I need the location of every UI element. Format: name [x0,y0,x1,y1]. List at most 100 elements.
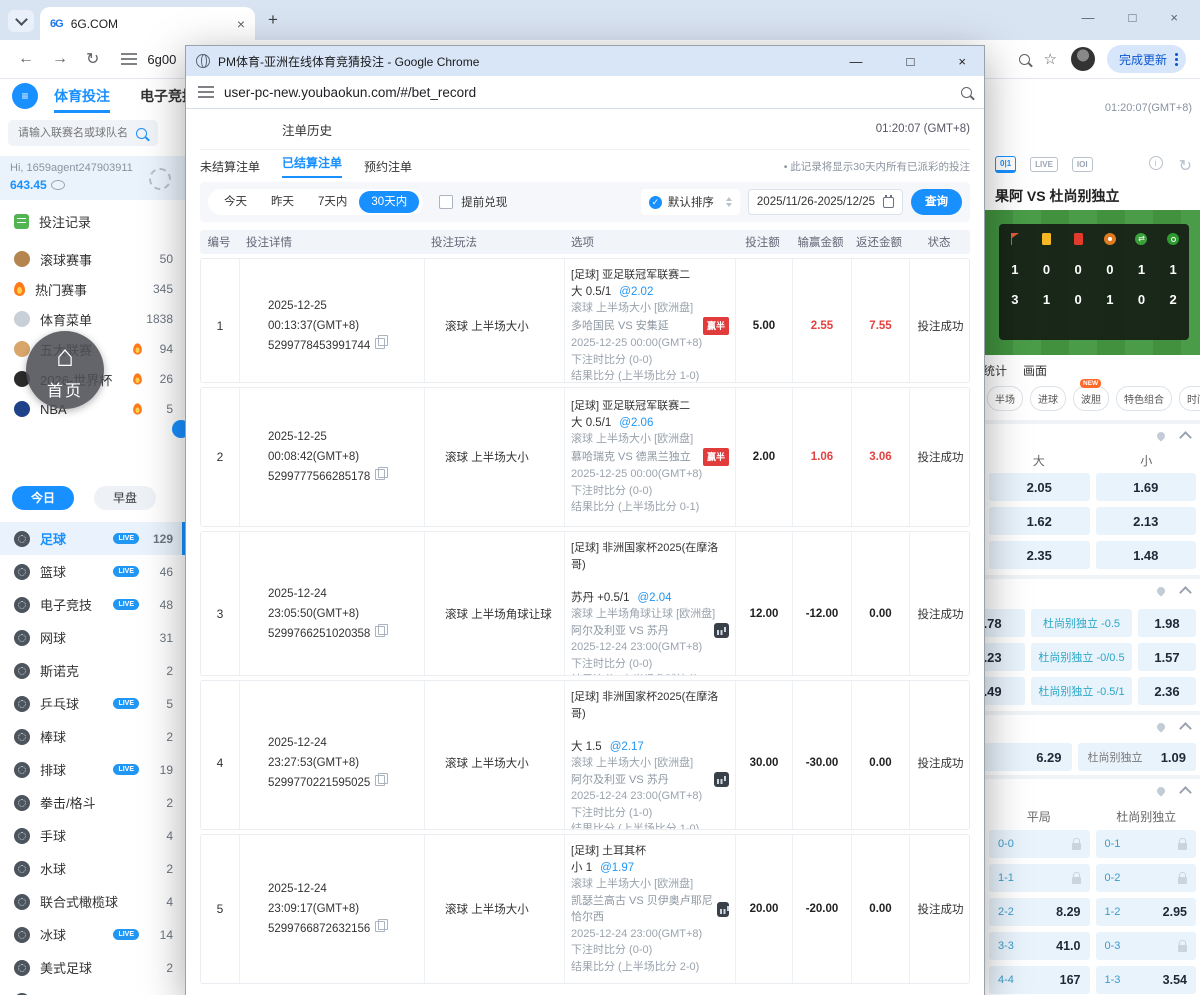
sidebar-item-rugby[interactable]: 联合式橄榄球4 [0,885,185,918]
tab-search-button[interactable] [8,10,34,32]
address-bar[interactable]: 6g00 [147,52,176,67]
tab-未结算注单[interactable]: 未结算注单 [200,158,260,175]
sidebar-item-tennis[interactable]: 网球31 [0,621,185,654]
eye-icon[interactable] [51,180,65,190]
sidebar-item-hot[interactable]: 热门赛事345 [0,274,185,304]
pin-icon[interactable] [1155,721,1166,732]
market-pill[interactable]: 进球 [1030,386,1066,411]
market-pill[interactable]: 半场 [987,386,1023,411]
score-cell[interactable]: 1-1 [989,864,1090,892]
sidebar-item-menu[interactable]: 体育菜单1838 [0,304,185,334]
popup-maximize-icon[interactable]: □ [907,54,915,69]
odds-cell[interactable]: 2.35 [989,541,1090,569]
tab-today[interactable]: 今日 [12,486,74,510]
odds-cell[interactable]: 2.13 [1096,507,1197,535]
match-stats-icon[interactable] [717,902,729,917]
panel-tab-odds[interactable]: 0|1 [995,156,1016,173]
sidebar-item-basketball[interactable]: 篮球LIVE46 [0,555,185,588]
copy-icon[interactable] [375,626,385,637]
score-cell[interactable]: 4-4167 [989,966,1090,994]
maximize-icon[interactable]: □ [1129,10,1137,25]
cashout-checkbox[interactable] [439,195,453,209]
filter-昨天[interactable]: 昨天 [259,191,306,213]
odds-cell[interactable]: 1.98 [1138,609,1196,637]
back-icon[interactable]: ← [18,50,34,68]
minimize-icon[interactable]: — [1082,10,1095,25]
forward-icon[interactable]: → [52,50,68,68]
home-floating-button[interactable]: ⌂ 首页 [26,331,104,409]
sidebar-item-bet-record[interactable]: 投注记录 [0,206,185,236]
nav-sports[interactable]: 体育投注 [54,86,110,113]
filter-7天内[interactable]: 7天内 [306,191,359,213]
refresh-spinner-icon[interactable] [149,168,171,190]
sidebar-item-table-tennis[interactable]: 乒乓球LIVE5 [0,687,185,720]
browser-tab[interactable]: 6G 6G.COM × [40,7,255,40]
sidebar-item-inplay[interactable]: 滚球赛事50 [0,244,185,274]
match-stats-icon[interactable] [714,772,729,787]
collapse-icon[interactable] [1179,786,1192,799]
sidebar-item-american-football[interactable]: 美式足球2 [0,951,185,984]
handicap-label[interactable]: 杜尚别独立 -0.5 [1031,609,1132,637]
handicap-label[interactable]: 杜尚别独立 -0/0.5 [1031,643,1132,671]
popup-minimize-icon[interactable]: — [850,54,863,69]
panel-tab-stream[interactable]: IOI [1072,157,1093,172]
score-cell[interactable]: 2-28.29 [989,898,1090,926]
popup-address-bar[interactable]: user-pc-new.youbaokun.com/#/bet_record [186,76,984,109]
pin-icon[interactable] [1155,585,1166,596]
filter-30天内[interactable]: 30天内 [359,191,419,213]
odds-cell[interactable]: 2.05 [989,473,1090,501]
sidebar-item-boxing[interactable]: 拳击/格斗2 [0,786,185,819]
collapse-icon[interactable] [1179,722,1192,735]
zoom-icon[interactable] [961,87,972,98]
sidebar-item-handball[interactable]: 手球4 [0,819,185,852]
match-stats-icon[interactable] [714,623,729,638]
sidebar-item-entertainment[interactable]: 娱乐2 [0,984,185,995]
panel-tab-live[interactable]: LIVE [1030,157,1058,172]
refresh-icon[interactable]: ↻ [1179,156,1192,176]
score-cell[interactable]: 3-341.0 [989,932,1090,960]
odds-cell[interactable]: 1.62 [989,507,1090,535]
update-chrome-button[interactable]: 完成更新 [1107,45,1186,73]
odds-cell[interactable]: 2.36 [1138,677,1196,705]
view-tab-统计[interactable]: 统计 [983,362,1007,379]
tune-icon[interactable] [121,53,137,65]
odds-cell[interactable]: 杜尚别独立1.09 [1078,743,1197,771]
site-logo-icon[interactable]: ≡ [12,83,38,109]
collapse-icon[interactable] [1179,586,1192,599]
odds-cell[interactable]: 1.57 [1138,643,1196,671]
collapse-icon[interactable] [1179,431,1192,444]
tab-early[interactable]: 早盘 [94,486,156,510]
popup-titlebar[interactable]: PM体育-亚洲在线体育竞猜投注 - Google Chrome — □ × [186,46,984,76]
popup-close-icon[interactable]: × [958,54,966,69]
copy-icon[interactable] [375,338,385,349]
sort-select[interactable]: ✓ 默认排序 [641,189,740,215]
reload-icon[interactable]: ↻ [86,49,99,69]
search-button[interactable]: 查询 [911,189,962,215]
zoom-icon[interactable] [1019,54,1030,65]
tab-预约注单[interactable]: 预约注单 [364,158,412,175]
date-range-picker[interactable]: 2025/11/26-2025/12/25 [748,189,903,215]
tab-close-icon[interactable]: × [237,16,245,32]
new-tab-button[interactable]: + [268,10,278,30]
sidebar-item-esports[interactable]: 电子竞技LIVE48 [0,588,185,621]
search-input[interactable] [16,126,136,140]
sidebar-item-water-polo[interactable]: 水球2 [0,852,185,885]
market-pill[interactable]: 波胆NEW [1073,386,1109,411]
sidebar-item-soccer[interactable]: 足球LIVE129 [0,522,185,555]
pin-icon[interactable] [1155,430,1166,441]
odds-cell[interactable]: 1.48 [1096,541,1197,569]
score-cell[interactable]: 0-2 [1096,864,1197,892]
info-icon[interactable]: i [1149,156,1163,170]
filter-今天[interactable]: 今天 [212,191,259,213]
market-pill[interactable]: 时间 [1179,386,1200,411]
sidebar-item-baseball[interactable]: 棒球2 [0,720,185,753]
score-cell[interactable]: 0-3 [1096,932,1197,960]
copy-icon[interactable] [375,921,385,932]
sidebar-item-ice-hockey[interactable]: 冰球LIVE14 [0,918,185,951]
copy-icon[interactable] [375,775,385,786]
search-icon[interactable] [136,128,147,139]
score-cell[interactable]: 1-33.54 [1096,966,1197,994]
view-tab-画面[interactable]: 画面 [1023,362,1047,379]
close-icon[interactable]: × [1170,10,1178,25]
sidebar-item-snooker[interactable]: 斯诺克2 [0,654,185,687]
